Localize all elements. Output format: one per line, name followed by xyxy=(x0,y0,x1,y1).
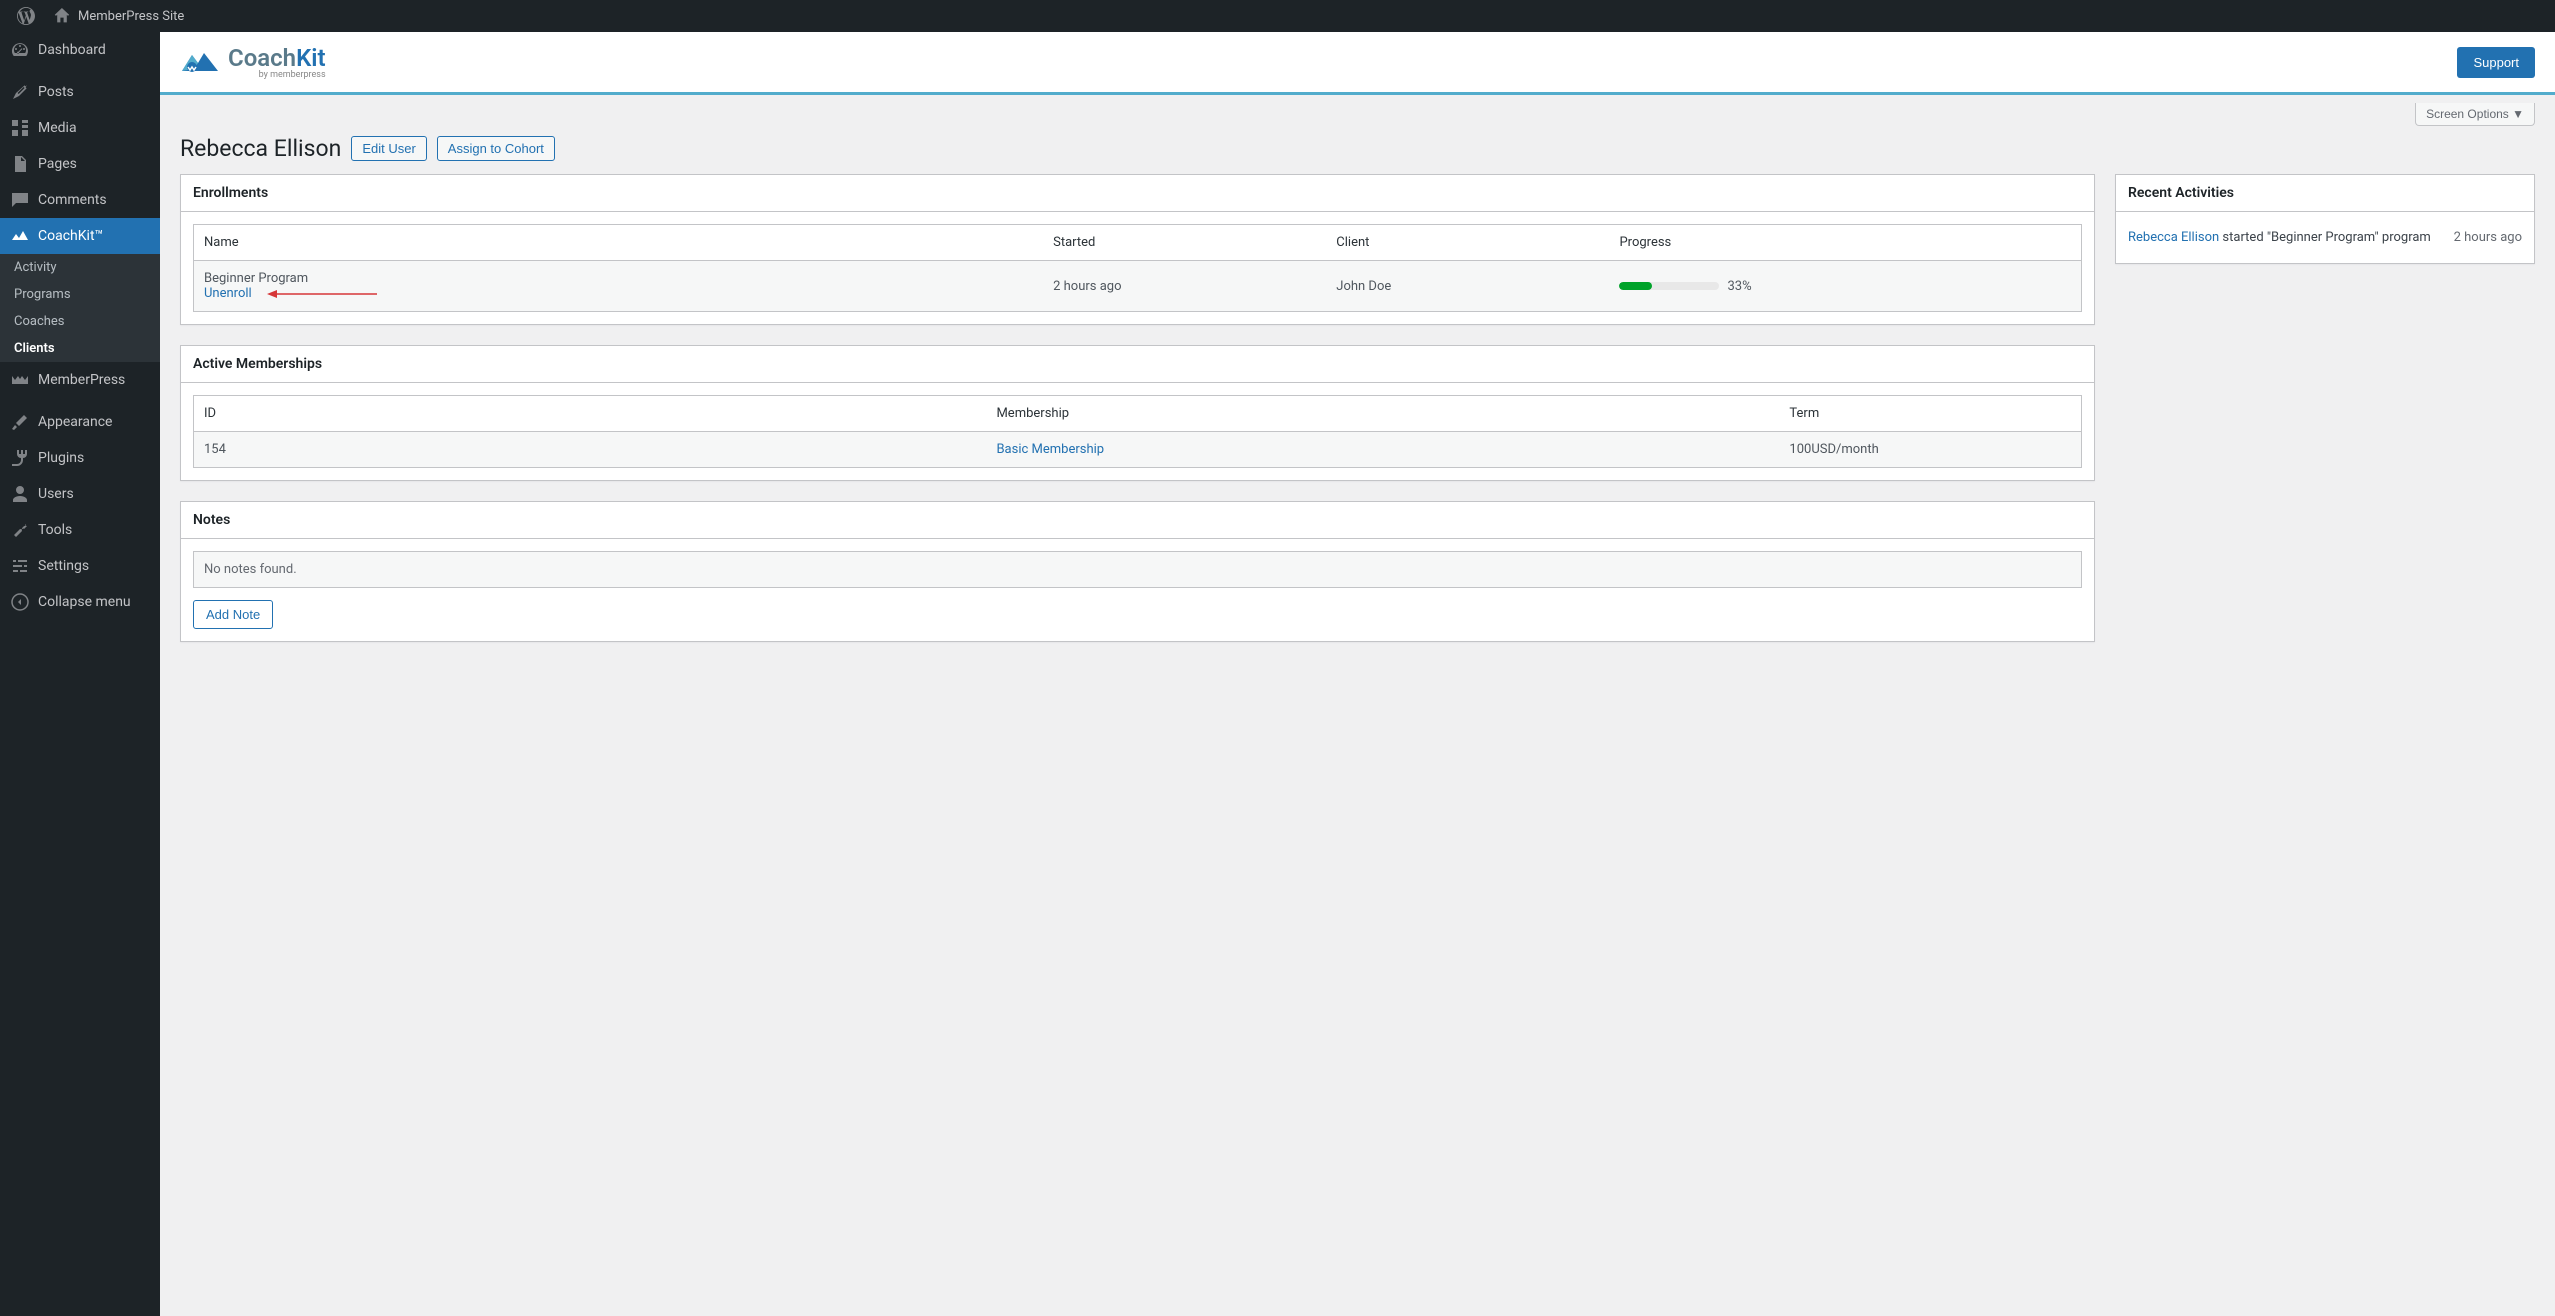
enrollment-client: John Doe xyxy=(1326,261,1609,312)
wrench-icon xyxy=(10,520,30,540)
menu-coachkit[interactable]: CoachKit™ xyxy=(0,218,160,254)
enrollments-table: Name Started Client Progress Beginner Pr… xyxy=(193,224,2082,312)
enrollment-started: 2 hours ago xyxy=(1043,261,1326,312)
admin-topbar: MemberPress Site xyxy=(0,0,2555,32)
menu-label: Plugins xyxy=(38,450,84,466)
edit-user-button[interactable]: Edit User xyxy=(351,136,426,161)
plug-icon xyxy=(10,448,30,468)
membership-id: 154 xyxy=(194,432,987,468)
pin-icon xyxy=(10,82,30,102)
menu-settings[interactable]: Settings xyxy=(0,548,160,584)
brand-coach-text: Coach xyxy=(228,44,296,72)
table-row: 154 Basic Membership 100USD/month xyxy=(194,432,2082,468)
activity-time: 2 hours ago xyxy=(2454,230,2522,245)
brush-icon xyxy=(10,412,30,432)
site-name: MemberPress Site xyxy=(78,9,184,24)
membership-link[interactable]: Basic Membership xyxy=(996,442,1104,457)
collapse-icon xyxy=(10,592,30,612)
notes-box: Notes No notes found. Add Note xyxy=(180,501,2095,642)
progress-label: 33% xyxy=(1727,279,1751,294)
wordpress-icon xyxy=(16,6,36,26)
enrollments-title: Enrollments xyxy=(193,185,2082,201)
menu-plugins[interactable]: Plugins xyxy=(0,440,160,476)
menu-dashboard[interactable]: Dashboard xyxy=(0,32,160,68)
content-area: CoachKit by memberpress Support Screen O… xyxy=(160,32,2555,1316)
user-icon xyxy=(10,484,30,504)
col-membership: Membership xyxy=(986,396,1779,432)
menu-label: Collapse menu xyxy=(38,594,131,610)
submenu-clients[interactable]: Clients xyxy=(0,335,160,362)
brand-header: CoachKit by memberpress Support xyxy=(160,32,2555,95)
submenu-coaches[interactable]: Coaches xyxy=(0,308,160,335)
activity-row: Rebecca Ellison started "Beginner Progra… xyxy=(2128,224,2522,251)
progress-fill xyxy=(1619,282,1652,290)
memberships-box: Active Memberships ID Membership Term xyxy=(180,345,2095,481)
support-button[interactable]: Support xyxy=(2457,47,2535,78)
col-id: ID xyxy=(194,396,987,432)
activities-title: Recent Activities xyxy=(2128,185,2522,201)
enrollment-name: Beginner Program xyxy=(204,271,1033,286)
memberpress-icon xyxy=(10,370,30,390)
menu-label: Appearance xyxy=(38,414,112,430)
coachkit-submenu: Activity Programs Coaches Clients xyxy=(0,254,160,362)
menu-label: Media xyxy=(38,120,77,136)
submenu-activity[interactable]: Activity xyxy=(0,254,160,281)
sliders-icon xyxy=(10,556,30,576)
col-started: Started xyxy=(1043,225,1326,261)
screen-options-toggle[interactable]: Screen Options ▼ xyxy=(2415,103,2535,126)
menu-pages[interactable]: Pages xyxy=(0,146,160,182)
col-progress: Progress xyxy=(1609,225,2081,261)
unenroll-link[interactable]: Unenroll xyxy=(204,286,252,301)
menu-tools[interactable]: Tools xyxy=(0,512,160,548)
menu-users[interactable]: Users xyxy=(0,476,160,512)
col-name: Name xyxy=(194,225,1044,261)
notes-title: Notes xyxy=(193,512,2082,528)
notes-empty: No notes found. xyxy=(193,551,2082,588)
enrollments-box: Enrollments Name Started Client Progress xyxy=(180,174,2095,325)
menu-media[interactable]: Media xyxy=(0,110,160,146)
menu-appearance[interactable]: Appearance xyxy=(0,404,160,440)
menu-collapse[interactable]: Collapse menu xyxy=(0,584,160,620)
assign-cohort-button[interactable]: Assign to Cohort xyxy=(437,136,555,161)
menu-memberpress[interactable]: MemberPress xyxy=(0,362,160,398)
admin-sidebar: Dashboard Posts Media Pages Comments Coa… xyxy=(0,32,160,1316)
col-term: Term xyxy=(1779,396,2081,432)
activity-actor-link[interactable]: Rebecca Ellison xyxy=(2128,230,2219,245)
activities-box: Recent Activities Rebecca Ellison starte… xyxy=(2115,174,2535,264)
coachkit-icon xyxy=(10,226,30,246)
menu-posts[interactable]: Posts xyxy=(0,74,160,110)
menu-label: Settings xyxy=(38,558,89,574)
brand-kit-text: Kit xyxy=(296,44,326,72)
memberships-title: Active Memberships xyxy=(193,356,2082,372)
coachkit-logo: CoachKit by memberpress xyxy=(180,44,326,80)
page-header: Rebecca Ellison Edit User Assign to Coho… xyxy=(160,126,2555,174)
menu-label: MemberPress xyxy=(38,372,125,388)
site-name-link[interactable]: MemberPress Site xyxy=(44,0,192,32)
add-note-button[interactable]: Add Note xyxy=(193,600,273,629)
wp-logo-menu[interactable] xyxy=(8,0,44,32)
progress-bar xyxy=(1619,282,1719,290)
submenu-programs[interactable]: Programs xyxy=(0,281,160,308)
menu-label: Dashboard xyxy=(38,42,106,58)
menu-label: Users xyxy=(38,486,74,502)
comments-icon xyxy=(10,190,30,210)
activity-text: started "Beginner Program" program xyxy=(2219,230,2431,245)
menu-label: Pages xyxy=(38,156,77,172)
menu-label: Comments xyxy=(38,192,107,208)
mountain-icon xyxy=(180,47,220,77)
menu-comments[interactable]: Comments xyxy=(0,182,160,218)
pages-icon xyxy=(10,154,30,174)
page-title: Rebecca Ellison xyxy=(180,135,341,162)
media-icon xyxy=(10,118,30,138)
memberships-table: ID Membership Term 154 Basic Membership … xyxy=(193,395,2082,468)
table-row: Beginner Program Unenroll 2 hours ago Jo… xyxy=(194,261,2082,312)
home-icon xyxy=(52,6,72,26)
menu-label: Tools xyxy=(38,522,72,538)
dashboard-icon xyxy=(10,40,30,60)
menu-label: CoachKit™ xyxy=(38,228,103,244)
col-client: Client xyxy=(1326,225,1609,261)
membership-term: 100USD/month xyxy=(1779,432,2081,468)
menu-label: Posts xyxy=(38,84,74,100)
arrow-annotation xyxy=(267,286,377,301)
